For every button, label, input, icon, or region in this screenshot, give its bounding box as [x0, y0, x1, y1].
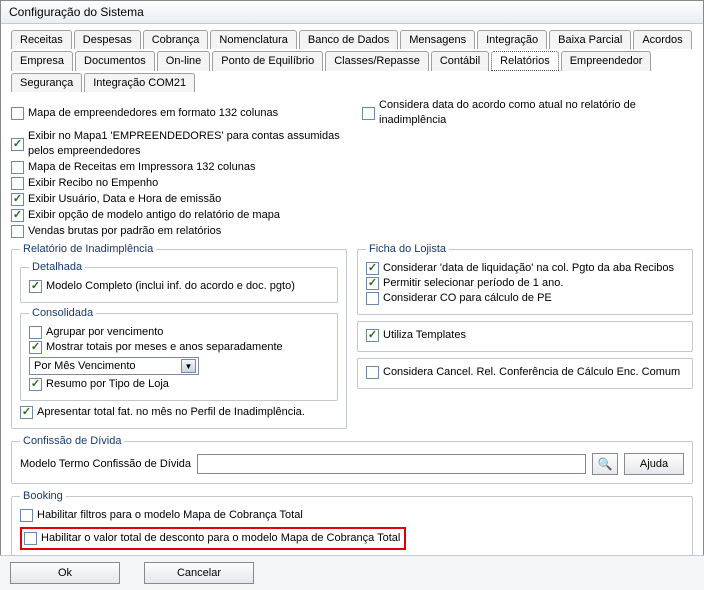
- tab-classes-repasse[interactable]: Classes/Repasse: [325, 51, 429, 71]
- tab-baixa-parcial[interactable]: Baixa Parcial: [549, 30, 631, 49]
- group-detalhada: Detalhada Modelo Completo (inclui inf. d…: [20, 261, 338, 303]
- check-habilitar-valor-total[interactable]: [24, 532, 37, 545]
- legend-booking: Booking: [20, 490, 66, 502]
- tab-on-line[interactable]: On-line: [157, 51, 210, 71]
- label-apresentar-total-fat: Apresentar total fat. no mês no Perfil d…: [37, 405, 305, 420]
- check-considera-cancel[interactable]: [366, 366, 379, 379]
- label-considera-data-acordo: Considera data do acordo como atual no r…: [379, 98, 693, 128]
- check-data-liquidacao[interactable]: [366, 262, 379, 275]
- group-utiliza-templates: Utiliza Templates: [357, 321, 693, 352]
- tab-acordos[interactable]: Acordos: [633, 30, 691, 49]
- footer-buttons: Ok Cancelar: [0, 555, 704, 590]
- label-top-4: Exibir Usuário, Data e Hora de emissão: [28, 192, 221, 207]
- label-top-2: Mapa de Receitas em Impressora 132 colun…: [28, 160, 255, 175]
- label-co-pe: Considerar CO para cálculo de PE: [383, 291, 552, 306]
- check-top-1[interactable]: [11, 138, 24, 151]
- check-apresentar-total-fat[interactable]: [20, 406, 33, 419]
- legend-consolidada: Consolidada: [29, 307, 96, 319]
- check-resumo-tipo-loja[interactable]: [29, 378, 42, 391]
- label-modelo-completo: Modelo Completo (inclui inf. do acordo e…: [46, 279, 295, 294]
- tab-despesas[interactable]: Despesas: [74, 30, 141, 49]
- label-data-liquidacao: Considerar 'data de liquidação' na col. …: [383, 261, 674, 276]
- window-title: Configuração do Sistema: [1, 1, 703, 24]
- check-considera-data-acordo[interactable]: [362, 107, 375, 120]
- label-mostrar-totais: Mostrar totais por meses e anos separada…: [46, 340, 283, 355]
- check-top-3[interactable]: [11, 177, 24, 190]
- label-top-5: Exibir opção de modelo antigo do relatór…: [28, 208, 280, 223]
- label-habilitar-filtros: Habilitar filtros para o modelo Mapa de …: [37, 508, 303, 523]
- tab-integra-o-com21[interactable]: Integração COM21: [84, 73, 195, 92]
- check-agrupar-vencimento[interactable]: [29, 326, 42, 339]
- label-top-6: Vendas brutas por padrão em relatórios: [28, 224, 221, 239]
- check-mostrar-totais[interactable]: [29, 341, 42, 354]
- label-top-0: Mapa de empreendedores em formato 132 co…: [28, 106, 278, 121]
- tab-cont-bil[interactable]: Contábil: [431, 51, 489, 71]
- select-periodo-value: Por Mês Vencimento: [34, 359, 136, 374]
- check-top-5[interactable]: [11, 209, 24, 222]
- group-confissao: Confissão de Dívida Modelo Termo Confiss…: [11, 435, 693, 484]
- label-considera-cancel: Considera Cancel. Rel. Conferência de Cá…: [383, 365, 680, 380]
- group-considera-cancel: Considera Cancel. Rel. Conferência de Cá…: [357, 358, 693, 389]
- label-agrupar-vencimento: Agrupar por vencimento: [46, 325, 163, 340]
- tab-cobran-a[interactable]: Cobrança: [143, 30, 209, 49]
- label-utiliza-templates: Utiliza Templates: [383, 328, 466, 343]
- tab-empreendedor[interactable]: Empreendedor: [561, 51, 652, 71]
- tab-integra-o[interactable]: Integração: [477, 30, 547, 49]
- chevron-down-icon[interactable]: ▼: [181, 359, 196, 373]
- label-resumo-tipo-loja: Resumo por Tipo de Loja: [46, 377, 169, 392]
- check-periodo-1ano[interactable]: [366, 277, 379, 290]
- check-top-4[interactable]: [11, 193, 24, 206]
- legend-detalhada: Detalhada: [29, 261, 85, 273]
- select-periodo[interactable]: Por Mês Vencimento ▼: [29, 357, 199, 375]
- cancel-button[interactable]: Cancelar: [144, 562, 254, 584]
- legend-confissao: Confissão de Dívida: [20, 435, 124, 447]
- label-periodo-1ano: Permitir selecionar período de 1 ano.: [383, 276, 563, 291]
- tab-nomenclatura[interactable]: Nomenclatura: [210, 30, 296, 49]
- check-modelo-completo[interactable]: [29, 280, 42, 293]
- binoculars-icon[interactable]: 🔍: [592, 453, 618, 475]
- label-top-1: Exibir no Mapa1 'EMPREENDEDORES' para co…: [28, 129, 342, 159]
- input-modelo-termo[interactable]: [197, 454, 586, 474]
- group-consolidada: Consolidada Agrupar por vencimento Mostr…: [20, 307, 338, 401]
- tab-relat-rios[interactable]: Relatórios: [491, 51, 559, 71]
- label-top-3: Exibir Recibo no Empenho: [28, 176, 158, 191]
- tab-banco-de-dados[interactable]: Banco de Dados: [299, 30, 398, 49]
- legend-inadimplencia: Relatório de Inadimplência: [20, 243, 156, 255]
- tab-documentos[interactable]: Documentos: [75, 51, 155, 71]
- check-habilitar-filtros[interactable]: [20, 509, 33, 522]
- tab-seguran-a[interactable]: Segurança: [11, 73, 82, 92]
- tab-empresa[interactable]: Empresa: [11, 51, 73, 71]
- group-ficha-lojista: Ficha do Lojista Considerar 'data de liq…: [357, 243, 693, 315]
- legend-ficha-lojista: Ficha do Lojista: [366, 243, 449, 255]
- tab-mensagens[interactable]: Mensagens: [400, 30, 475, 49]
- highlighted-option: Habilitar o valor total de desconto para…: [20, 527, 406, 550]
- top-options: Mapa de empreendedores em formato 132 co…: [11, 98, 693, 239]
- tab-ponto-de-equil-brio[interactable]: Ponto de Equilíbrio: [212, 51, 323, 71]
- check-top-0[interactable]: [11, 107, 24, 120]
- check-top-2[interactable]: [11, 161, 24, 174]
- ok-button[interactable]: Ok: [10, 562, 120, 584]
- label-modelo-termo: Modelo Termo Confissão de Dívida: [20, 458, 191, 470]
- label-habilitar-valor-total: Habilitar o valor total de desconto para…: [41, 531, 400, 546]
- tab-receitas[interactable]: Receitas: [11, 30, 72, 49]
- group-inadimplencia: Relatório de Inadimplência Detalhada Mod…: [11, 243, 347, 429]
- tab-bar: ReceitasDespesasCobrançaNomenclaturaBanc…: [11, 30, 693, 92]
- check-co-pe[interactable]: [366, 292, 379, 305]
- ajuda-button[interactable]: Ajuda: [624, 453, 684, 475]
- check-utiliza-templates[interactable]: [366, 329, 379, 342]
- check-top-6[interactable]: [11, 225, 24, 238]
